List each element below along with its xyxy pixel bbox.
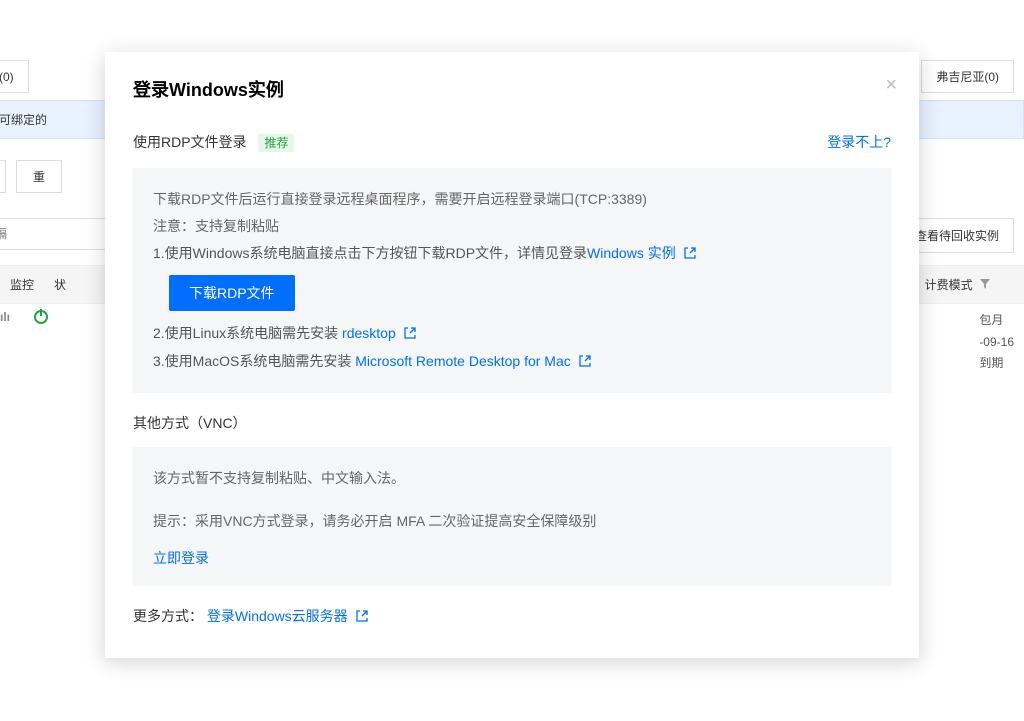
more-ways: 更多方式： 登录Windows云服务器	[133, 606, 891, 626]
msrdp-mac-link[interactable]: Microsoft Remote Desktop for Mac	[355, 353, 590, 369]
vnc-box: 该方式暂不支持复制粘贴、中文输入法。 提示：采用VNC方式登录，请务必开启 MF…	[133, 447, 891, 586]
close-icon[interactable]: ×	[885, 74, 897, 97]
modal-title: 登录Windows实例	[133, 76, 891, 102]
external-link-icon	[579, 348, 591, 360]
windows-instance-link[interactable]: Windows 实例	[587, 245, 696, 261]
login-windows-modal: 登录Windows实例 × 使用RDP文件登录 推荐 登录不上? 下载RDP文件…	[105, 52, 919, 658]
external-link-icon	[356, 609, 368, 621]
rdp-section-header: 使用RDP文件登录 推荐 登录不上?	[133, 132, 891, 152]
external-link-icon	[684, 240, 696, 252]
vnc-section-title: 其他方式（VNC）	[133, 413, 891, 433]
recommend-tag: 推荐	[258, 134, 294, 152]
modal-backdrop: 登录Windows实例 × 使用RDP文件登录 推荐 登录不上? 下载RDP文件…	[0, 0, 1024, 721]
vnc-tip: 提示：采用VNC方式登录，请务必开启 MFA 二次验证提高安全保障级别	[153, 508, 871, 535]
step1-text: 1.使用Windows系统电脑直接点击下方按钮下载RDP文件，详情见登录	[153, 245, 587, 261]
more-ways-prefix: 更多方式：	[133, 608, 203, 624]
external-link-icon	[404, 320, 416, 332]
step3-text: 3.使用MacOS系统电脑需先安装	[153, 353, 355, 369]
cant-login-link[interactable]: 登录不上?	[827, 132, 891, 152]
download-rdp-button[interactable]: 下载RDP文件	[169, 275, 295, 311]
login-now-link[interactable]: 立即登录	[153, 548, 209, 568]
vnc-desc: 该方式暂不支持复制粘贴、中文输入法。	[153, 465, 871, 492]
rdesktop-link[interactable]: rdesktop	[342, 325, 416, 341]
rdp-note: 注意：支持复制粘贴	[153, 213, 871, 240]
rdp-box: 下载RDP文件后运行直接登录远程桌面程序，需要开启远程登录端口(TCP:3389…	[133, 168, 891, 393]
rdp-desc: 下载RDP文件后运行直接登录远程桌面程序，需要开启远程登录端口(TCP:3389…	[153, 186, 871, 213]
rdp-label: 使用RDP文件登录	[133, 134, 247, 150]
step2-text: 2.使用Linux系统电脑需先安装	[153, 325, 342, 341]
more-ways-link[interactable]: 登录Windows云服务器	[207, 608, 368, 624]
